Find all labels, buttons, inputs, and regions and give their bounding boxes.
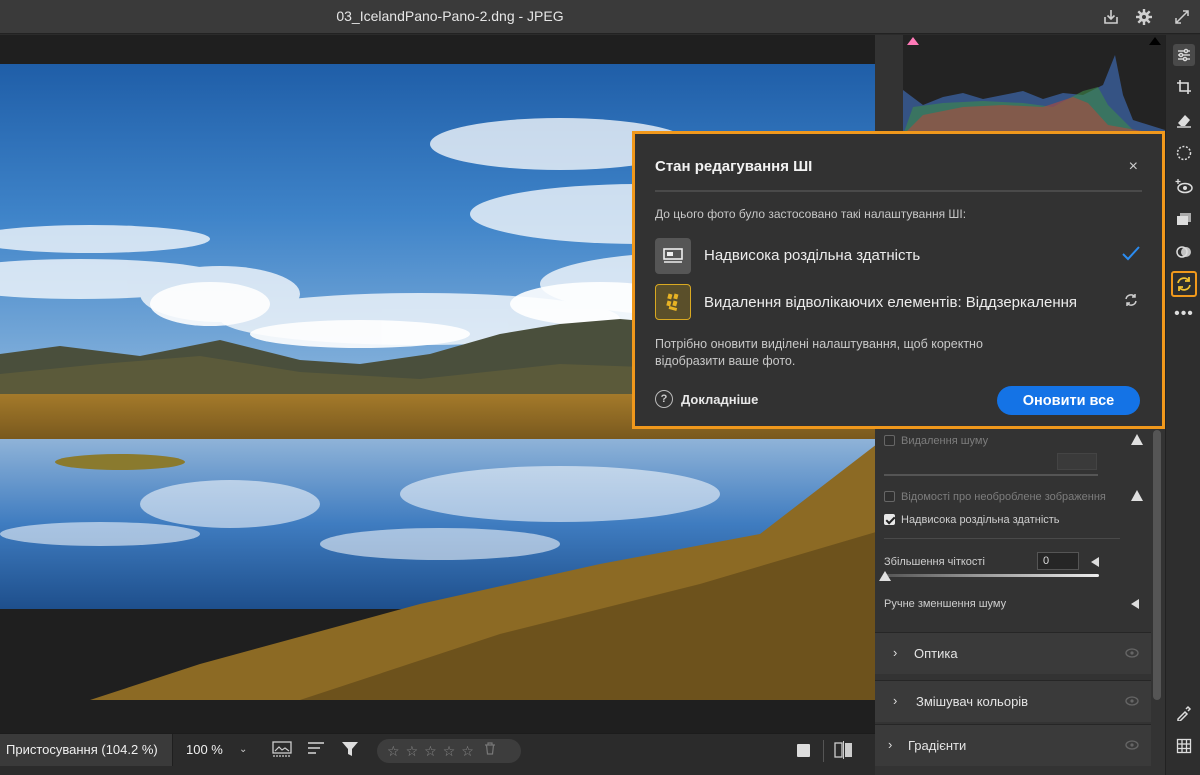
divider — [823, 740, 824, 762]
eye-icon[interactable] — [1125, 646, 1139, 661]
crop-icon[interactable] — [1173, 76, 1195, 98]
background-color-icon[interactable] — [797, 744, 810, 757]
ai-update-icon[interactable] — [1171, 271, 1197, 297]
close-icon[interactable]: × — [1129, 158, 1138, 176]
eraser-icon[interactable] — [1173, 109, 1195, 131]
edit-sliders-icon[interactable] — [1173, 44, 1195, 66]
noise-removal-row[interactable]: Видалення шуму — [884, 435, 988, 447]
fullscreen-icon[interactable] — [1171, 6, 1193, 28]
divider — [655, 190, 1142, 192]
super-resolution-row[interactable]: Надвисока роздільна здатність — [884, 514, 1060, 526]
distraction-removal-icon — [655, 284, 691, 320]
eyedropper-icon[interactable] — [1173, 702, 1195, 724]
noise-removal-label: Видалення шуму — [901, 435, 989, 447]
manual-noise-label: Ручне зменшення шуму — [884, 598, 1007, 610]
raw-details-label: Відомості про необроблене зображення — [901, 491, 1106, 503]
more-icon[interactable]: ••• — [1173, 303, 1195, 325]
dialog-subtitle: До цього фото було застосовано такі нала… — [655, 207, 967, 221]
filter-icon[interactable] — [341, 740, 359, 763]
noise-slider-track[interactable] — [884, 474, 1098, 476]
grid-icon[interactable] — [1173, 735, 1195, 757]
tool-strip: ••• — [1165, 35, 1200, 775]
learn-more-link[interactable]: ? Докладніше — [655, 390, 758, 408]
sharpness-slider[interactable] — [884, 574, 1099, 577]
warning-icon — [1131, 490, 1143, 501]
feature-label: Видалення відволікаючих елементів: Віддз… — [704, 294, 1078, 311]
title-bar: 03_IcelandPano-Pano-2.dng - JPEG — [0, 0, 1200, 34]
slider-thumb[interactable] — [879, 571, 891, 581]
warning-icon — [1131, 434, 1143, 445]
super-resolution-icon — [655, 238, 691, 274]
divider — [884, 538, 1120, 539]
presets-icon[interactable] — [1173, 208, 1195, 230]
color-circle-icon[interactable] — [1173, 241, 1195, 263]
chevron-right-icon: › — [893, 693, 898, 708]
noise-value-field[interactable] — [1057, 453, 1097, 470]
help-icon: ? — [655, 390, 673, 408]
eye-icon[interactable] — [1125, 738, 1139, 753]
chevron-down-icon[interactable]: ⌄ — [239, 744, 247, 755]
super-resolution-label: Надвисока роздільна здатність — [901, 514, 1060, 526]
ai-edit-status-dialog: Стан редагування ШІ × До цього фото було… — [632, 131, 1165, 429]
before-after-icon[interactable] — [834, 741, 854, 764]
feature-label: Надвисока роздільна здатність — [704, 247, 921, 264]
collapse-arrow-icon[interactable] — [1091, 557, 1099, 567]
super-resolution-checkbox[interactable] — [884, 514, 895, 525]
checkmark-icon — [1122, 246, 1140, 267]
chevron-right-icon: › — [893, 645, 898, 660]
star-icon[interactable]: ☆ — [387, 744, 400, 758]
save-icon[interactable] — [1100, 6, 1122, 28]
filmstrip-icon[interactable] — [272, 741, 292, 764]
collapse-arrow-icon[interactable] — [1131, 599, 1139, 609]
document-title: 03_IcelandPano-Pano-2.dng - JPEG — [336, 8, 564, 24]
shadow-clip-icon[interactable] — [907, 37, 919, 45]
gear-icon[interactable] — [1133, 6, 1155, 28]
sharpness-label: Збільшення чіткості — [884, 556, 985, 568]
star-icon[interactable]: ☆ — [461, 744, 474, 758]
star-icon[interactable]: ☆ — [443, 744, 456, 758]
update-all-button[interactable]: Оновити все — [997, 386, 1140, 415]
fit-zoom-button[interactable]: Пристосування (104.2 %) — [0, 734, 172, 766]
section-label: Змішувач кольорів — [916, 694, 1029, 709]
learn-more-label: Докладніше — [681, 391, 759, 407]
section-label: Градієнти — [908, 738, 967, 753]
trash-icon[interactable] — [484, 742, 496, 760]
dialog-title: Стан редагування ШІ — [655, 158, 813, 175]
section-label: Оптика — [914, 646, 958, 661]
histogram — [903, 35, 1165, 135]
star-icon[interactable]: ☆ — [424, 744, 437, 758]
panel-scrollbar[interactable] — [1153, 430, 1161, 700]
section-color-mixer[interactable]: › Змішувач кольорів — [875, 680, 1151, 722]
refresh-icon — [1124, 293, 1138, 312]
section-optics[interactable]: › Оптика — [875, 632, 1151, 674]
bottom-toolbar: Пристосування (104.2 %) 100 % ⌄ ☆ ☆ ☆ ☆ … — [0, 733, 875, 775]
star-rating[interactable]: ☆ ☆ ☆ ☆ ☆ — [377, 739, 521, 763]
highlight-clip-icon[interactable] — [1149, 37, 1161, 45]
redeye-icon[interactable] — [1173, 175, 1195, 197]
sort-icon[interactable] — [307, 741, 325, 762]
chevron-right-icon: › — [888, 737, 893, 752]
section-gradients[interactable]: › Градієнти — [875, 724, 1151, 766]
dialog-note: Потрібно оновити виділені налаштування, … — [655, 337, 983, 368]
noise-removal-checkbox[interactable] — [884, 435, 895, 446]
eye-icon[interactable] — [1125, 694, 1139, 709]
raw-details-row[interactable]: Відомості про необроблене зображення — [884, 491, 1106, 503]
raw-details-checkbox[interactable] — [884, 491, 895, 502]
star-icon[interactable]: ☆ — [406, 744, 419, 758]
sharpness-value-field[interactable]: 0 — [1037, 552, 1079, 570]
masking-icon[interactable] — [1173, 142, 1195, 164]
